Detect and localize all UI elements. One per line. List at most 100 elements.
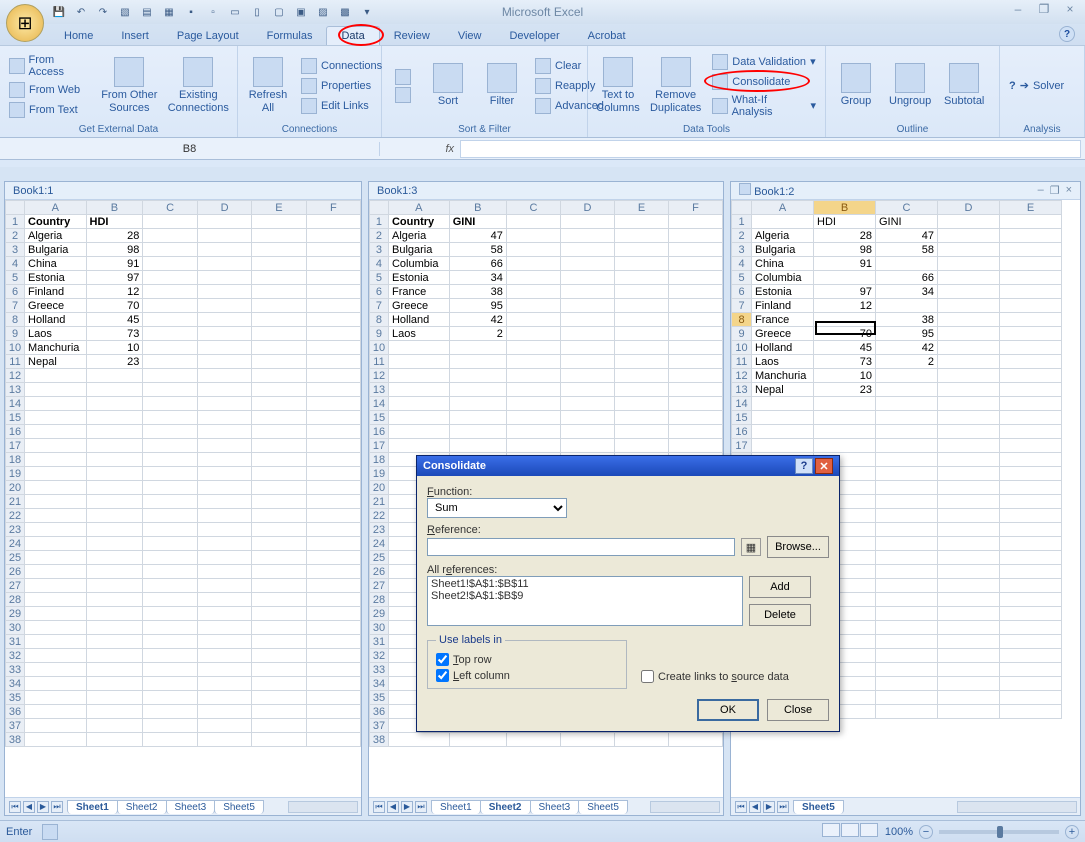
dialog-close-button[interactable]: ✕ bbox=[815, 458, 833, 474]
sheet-tab[interactable]: Sheet2 bbox=[480, 800, 531, 814]
qat-btn[interactable]: ▭ bbox=[226, 3, 244, 21]
subtotal-button[interactable]: Subtotal bbox=[940, 49, 988, 122]
group-button[interactable]: Group bbox=[832, 49, 880, 122]
tab-formulas[interactable]: Formulas bbox=[253, 27, 327, 45]
minimize-button[interactable]: – bbox=[1009, 2, 1027, 16]
sheet-tab[interactable]: Sheet2 bbox=[117, 800, 167, 814]
solver-button[interactable]: ?➔ Solver bbox=[1006, 49, 1067, 122]
all-references-list[interactable]: Sheet1!$A$1:$B$11Sheet2!$A$1:$B$9 bbox=[427, 576, 743, 626]
remove-duplicates-button[interactable]: Remove Duplicates bbox=[648, 49, 703, 122]
top-row-checkbox[interactable]: Top row bbox=[436, 653, 618, 666]
properties-button[interactable]: Properties bbox=[298, 76, 385, 96]
sheet-tab[interactable]: Sheet1 bbox=[431, 800, 481, 814]
view-buttons[interactable] bbox=[822, 823, 879, 840]
sheet-tab[interactable]: Sheet5 bbox=[578, 800, 628, 814]
tab-page-layout[interactable]: Page Layout bbox=[163, 27, 253, 45]
sheet-tab[interactable]: Sheet1 bbox=[67, 800, 118, 814]
nav-last-icon[interactable]: ⏭ bbox=[415, 801, 427, 813]
qat-btn[interactable]: ▨ bbox=[314, 3, 332, 21]
qat-save-icon[interactable]: 💾 bbox=[50, 3, 68, 21]
nav-first-icon[interactable]: ⏮ bbox=[735, 801, 747, 813]
ok-button[interactable]: OK bbox=[697, 699, 759, 721]
sheet-tab[interactable]: Sheet3 bbox=[530, 800, 580, 814]
data-validation-button[interactable]: Data Validation ▾ bbox=[709, 52, 819, 72]
hscrollbar[interactable] bbox=[957, 801, 1077, 813]
sheet-tab[interactable]: Sheet5 bbox=[793, 800, 844, 814]
office-button[interactable]: ⊞ bbox=[6, 4, 44, 42]
tab-home[interactable]: Home bbox=[50, 27, 107, 45]
fx-label[interactable]: fx bbox=[380, 143, 460, 155]
sort-button[interactable]: Sort bbox=[424, 49, 472, 122]
dialog-help-button[interactable]: ? bbox=[795, 458, 813, 474]
tab-review[interactable]: Review bbox=[380, 27, 444, 45]
close-button[interactable]: × bbox=[1061, 2, 1079, 16]
consolidate-button[interactable]: Consolidate bbox=[709, 72, 819, 92]
name-box[interactable]: B8 bbox=[0, 142, 380, 156]
pane-minimize-button[interactable]: – bbox=[1038, 184, 1044, 197]
tab-developer[interactable]: Developer bbox=[495, 27, 573, 45]
zoom-slider[interactable] bbox=[939, 830, 1059, 834]
qat-btn[interactable]: ▯ bbox=[248, 3, 266, 21]
qat-btn[interactable]: ▣ bbox=[292, 3, 310, 21]
from-web-button[interactable]: From Web bbox=[6, 80, 93, 100]
close-button[interactable]: Close bbox=[767, 699, 829, 721]
zoom-in-button[interactable]: + bbox=[1065, 825, 1079, 839]
sheet-grid-1[interactable]: ABCDEF1CountryHDI2Algeria283Bulgaria984C… bbox=[5, 200, 361, 797]
qat-btn[interactable]: ▧ bbox=[116, 3, 134, 21]
from-text-button[interactable]: From Text bbox=[6, 100, 93, 120]
macro-record-icon[interactable] bbox=[42, 824, 58, 840]
sheet-tab[interactable]: Sheet3 bbox=[166, 800, 216, 814]
hscrollbar[interactable] bbox=[650, 801, 720, 813]
nav-first-icon[interactable]: ⏮ bbox=[9, 801, 21, 813]
pane-close-button[interactable]: × bbox=[1066, 184, 1072, 197]
from-other-sources-button[interactable]: From Other Sources bbox=[99, 49, 160, 122]
create-links-checkbox[interactable]: Create links to source data bbox=[641, 670, 789, 683]
refresh-all-button[interactable]: Refresh All bbox=[244, 49, 292, 122]
tab-data[interactable]: Data bbox=[326, 26, 379, 45]
consolidate-dialog[interactable]: Consolidate ? ✕ Function: Sum Reference:… bbox=[416, 455, 840, 732]
existing-connections-button[interactable]: Existing Connections bbox=[166, 49, 231, 122]
tab-insert[interactable]: Insert bbox=[107, 27, 163, 45]
qat-dropdown-icon[interactable]: ▾ bbox=[358, 3, 376, 21]
text-to-columns-button[interactable]: Text to Columns bbox=[594, 49, 642, 122]
zoom-out-button[interactable]: − bbox=[919, 825, 933, 839]
nav-last-icon[interactable]: ⏭ bbox=[777, 801, 789, 813]
qat-btn[interactable]: ▤ bbox=[138, 3, 156, 21]
add-button[interactable]: Add bbox=[749, 576, 811, 598]
zoom-level[interactable]: 100% bbox=[885, 826, 913, 838]
sort-az-button[interactable] bbox=[388, 49, 418, 122]
pane-maximize-button[interactable]: ❐ bbox=[1050, 184, 1060, 197]
reference-input[interactable] bbox=[427, 538, 735, 556]
filter-button[interactable]: Filter bbox=[478, 49, 526, 122]
qat-btn[interactable]: ▢ bbox=[270, 3, 288, 21]
sheet-tab[interactable]: Sheet5 bbox=[214, 800, 264, 814]
nav-prev-icon[interactable]: ◀ bbox=[749, 801, 761, 813]
qat-btn[interactable]: ▩ bbox=[336, 3, 354, 21]
pane-1-title[interactable]: Book1:1 bbox=[5, 182, 361, 200]
nav-next-icon[interactable]: ▶ bbox=[763, 801, 775, 813]
tab-acrobat[interactable]: Acrobat bbox=[574, 27, 640, 45]
nav-first-icon[interactable]: ⏮ bbox=[373, 801, 385, 813]
maximize-button[interactable]: ❐ bbox=[1035, 2, 1053, 16]
qat-btn[interactable]: ▪ bbox=[182, 3, 200, 21]
workbook-pane-1[interactable]: Book1:1 ABCDEF1CountryHDI2Algeria283Bulg… bbox=[4, 181, 362, 816]
ungroup-button[interactable]: Ungroup bbox=[886, 49, 934, 122]
hscrollbar[interactable] bbox=[288, 801, 358, 813]
left-column-checkbox[interactable]: Left column bbox=[436, 669, 618, 682]
edit-links-button[interactable]: Edit Links bbox=[298, 96, 385, 116]
connections-button[interactable]: Connections bbox=[298, 56, 385, 76]
qat-undo-icon[interactable]: ↶ bbox=[72, 3, 90, 21]
range-picker-icon[interactable]: ▦ bbox=[741, 538, 761, 556]
dialog-titlebar[interactable]: Consolidate ? ✕ bbox=[417, 456, 839, 476]
from-access-button[interactable]: From Access bbox=[6, 52, 93, 80]
help-icon[interactable]: ? bbox=[1059, 26, 1075, 42]
pane-3-title[interactable]: Book1:2 –❐× bbox=[731, 182, 1080, 200]
nav-next-icon[interactable]: ▶ bbox=[401, 801, 413, 813]
tab-view[interactable]: View bbox=[444, 27, 496, 45]
nav-prev-icon[interactable]: ◀ bbox=[387, 801, 399, 813]
function-select[interactable]: Sum bbox=[427, 498, 567, 518]
qat-btn[interactable]: ▦ bbox=[160, 3, 178, 21]
browse-button[interactable]: Browse... bbox=[767, 536, 829, 558]
formula-input[interactable] bbox=[460, 140, 1081, 158]
nav-next-icon[interactable]: ▶ bbox=[37, 801, 49, 813]
